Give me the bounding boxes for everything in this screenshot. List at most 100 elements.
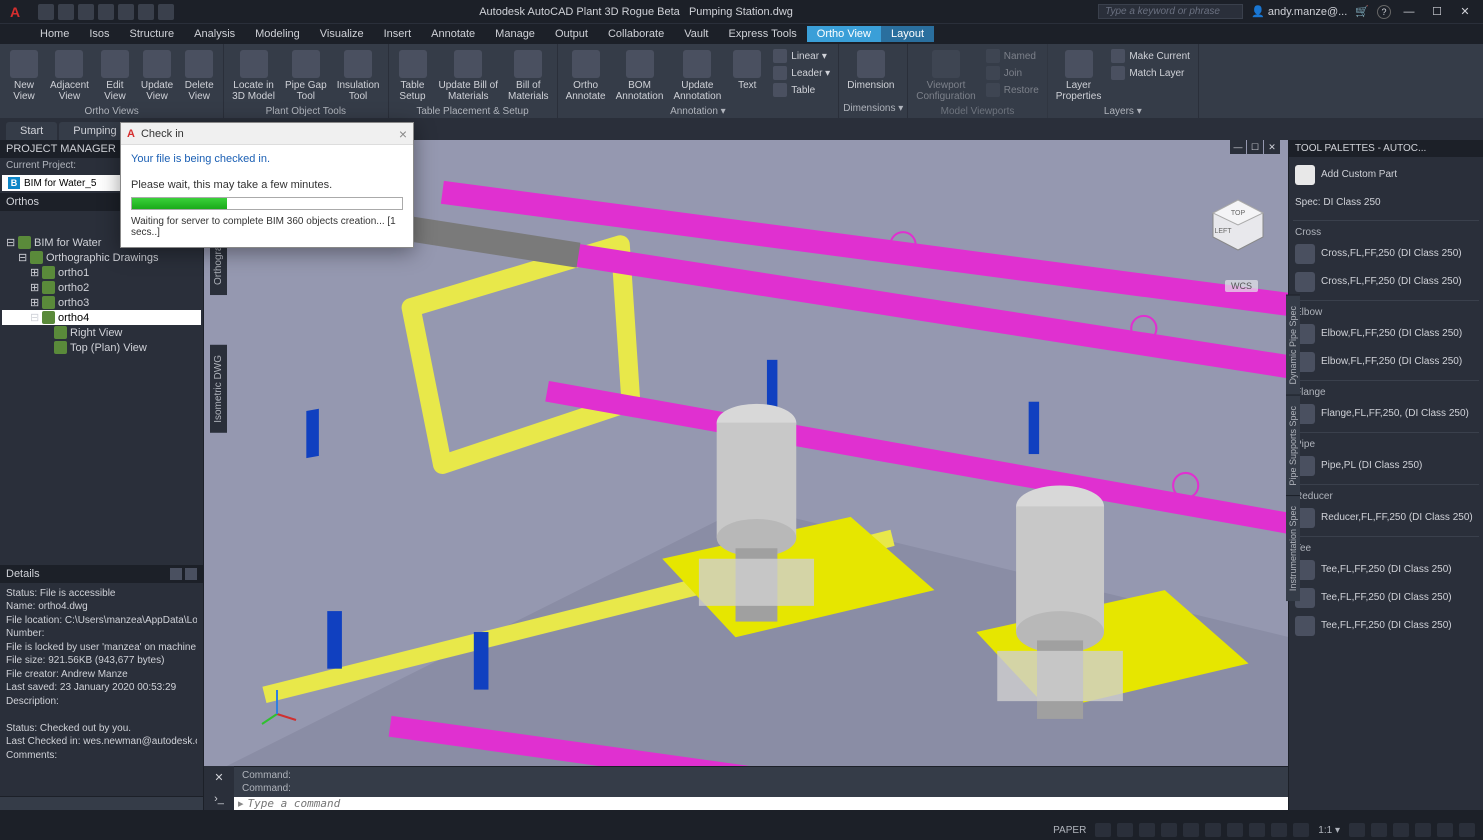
qat-open-icon[interactable] [58,4,74,20]
tp-sidetab-pipe-supports-spec[interactable]: Pipe Supports Spec [1286,395,1300,496]
tp-item-pipe[interactable]: Pipe,PL (DI Class 250) [1293,452,1479,480]
help-search-input[interactable]: Type a keyword or phrase [1098,4,1243,19]
qat-redo-icon[interactable] [158,4,174,20]
sb-polar-icon[interactable] [1161,823,1177,837]
tp-item-tee[interactable]: Tee,FL,FF,250 (DI Class 250) [1293,584,1479,612]
sb-lwt-icon[interactable] [1227,823,1243,837]
tp-item-reducer[interactable]: Reducer,FL,FF,250 (DI Class 250) [1293,504,1479,532]
details-view1-icon[interactable] [170,568,182,580]
ribbon-tab-express-tools[interactable]: Express Tools [719,26,807,42]
ribbon-btn-table[interactable]: Table [769,82,834,98]
vp-close-icon[interactable]: ✕ [1264,140,1280,154]
ribbon-btn-bom-annotation[interactable]: BOMAnnotation [612,48,668,104]
sb-paper[interactable]: PAPER [1050,825,1089,836]
sb-annoscale-icon[interactable] [1293,823,1309,837]
tree-item-ortho4[interactable]: ⊟ortho4 [2,310,201,325]
sb-clean-icon[interactable] [1415,823,1431,837]
app-logo-icon[interactable]: A [0,0,30,24]
tree-item-ortho2[interactable]: ⊞ortho2 [2,280,201,295]
ribbon-btn-table-setup[interactable]: TableSetup [393,48,433,104]
ribbon-btn-update-annotation[interactable]: UpdateAnnotation [669,48,725,104]
vp-maximize-icon[interactable]: ☐ [1247,140,1263,154]
ribbon-btn-edit-view[interactable]: EditView [95,48,135,104]
ribbon-tab-isos[interactable]: Isos [79,26,119,42]
tp-item-cross[interactable]: Cross,FL,FF,250 (DI Class 250) [1293,240,1479,268]
ribbon-btn-viewport-configuration[interactable]: ViewportConfiguration [912,48,979,104]
ribbon-btn-layer-properties[interactable]: LayerProperties [1052,48,1106,104]
tp-item-tee[interactable]: Tee,FL,FF,250 (DI Class 250) [1293,556,1479,584]
maximize-icon[interactable]: ☐ [1427,4,1447,20]
vtab-iso-dwg[interactable]: Isometric DWG [210,345,227,433]
tp-item-tee[interactable]: Tee,FL,FF,250 (DI Class 250) [1293,612,1479,640]
pm-scrollbar[interactable] [0,796,203,810]
project-tree[interactable]: ⊟BIM for Water⊟Orthographic Drawings⊞ort… [0,231,203,359]
ribbon-btn-update-view[interactable]: UpdateView [137,48,177,104]
signin-user[interactable]: 👤 andy.manze@... [1251,5,1347,18]
sb-grid-icon[interactable] [1095,823,1111,837]
ribbon-btn-match-layer[interactable]: Match Layer [1107,65,1194,81]
ribbon-tab-manage[interactable]: Manage [485,26,545,42]
tree-view-right-view[interactable]: Right View [2,325,201,340]
tool-palettes-body[interactable]: Add Custom PartSpec: DI Class 250CrossCr… [1289,157,1483,810]
cmd-close-icon[interactable]: ✕ [204,766,234,788]
sb-transparency-icon[interactable] [1249,823,1265,837]
qat-save-icon[interactable] [78,4,94,20]
sb-osnap-icon[interactable] [1183,823,1199,837]
ribbon-btn-delete-view[interactable]: DeleteView [179,48,219,104]
sb-cycling-icon[interactable] [1271,823,1287,837]
cmdline-handle[interactable]: ✕ ›_ [204,766,234,810]
sb-scale[interactable]: 1:1 ▾ [1315,825,1343,836]
ribbon-tab-visualize[interactable]: Visualize [310,26,374,42]
vp-minimize-icon[interactable]: — [1230,140,1246,154]
tp-item-elbow[interactable]: Elbow,FL,FF,250 (DI Class 250) [1293,348,1479,376]
command-input[interactable] [248,797,1284,810]
sb-ortho-icon[interactable] [1139,823,1155,837]
ribbon-tab-collaborate[interactable]: Collaborate [598,26,674,42]
wcs-label[interactable]: WCS [1225,280,1258,292]
ribbon-tab-modeling[interactable]: Modeling [245,26,310,42]
ribbon-btn-insulation-tool[interactable]: InsulationTool [333,48,384,104]
ribbon-tab-output[interactable]: Output [545,26,598,42]
ribbon-btn-dimension[interactable]: Dimension [843,48,898,93]
minimize-icon[interactable]: — [1399,4,1419,20]
sb-custom-icon[interactable] [1437,823,1453,837]
ribbon-tab-analysis[interactable]: Analysis [184,26,245,42]
qat-undo-icon[interactable] [138,4,154,20]
tree-group[interactable]: ⊟Orthographic Drawings [2,250,201,265]
ribbon-btn-text[interactable]: Text [727,48,767,93]
ribbon-tab-ortho-view[interactable]: Ortho View [807,26,881,42]
ribbon-tab-layout[interactable]: Layout [881,26,934,42]
close-icon[interactable]: ✕ [1455,4,1475,20]
ribbon-tab-vault[interactable]: Vault [674,26,718,42]
cmd-prompt-icon[interactable]: ›_ [204,788,234,810]
tp-sidetab-instrumentation-spec[interactable]: Instrumentation Spec [1286,495,1300,601]
doc-tab-start[interactable]: Start [6,122,57,140]
ribbon-tab-home[interactable]: Home [30,26,79,42]
sb-otrack-icon[interactable] [1205,823,1221,837]
sb-snap-icon[interactable] [1117,823,1133,837]
ribbon-btn-pipe-gap-tool[interactable]: Pipe GapTool [281,48,331,104]
ribbon-btn-named[interactable]: Named [982,48,1043,64]
ribbon-btn-ortho-annotate[interactable]: OrthoAnnotate [562,48,610,104]
viewcube-icon[interactable]: TOP LEFT [1208,195,1268,255]
ribbon-tab-structure[interactable]: Structure [120,26,185,42]
ribbon-btn-make-current[interactable]: Make Current [1107,48,1194,64]
sb-iso-icon[interactable] [1393,823,1409,837]
appstore-icon[interactable]: 🛒 [1355,5,1369,18]
ribbon-tab-annotate[interactable]: Annotate [421,26,485,42]
ribbon-tab-insert[interactable]: Insert [374,26,422,42]
tp-sidetab-dynamic-pipe-spec[interactable]: Dynamic Pipe Spec [1286,295,1300,395]
tp-item-cross[interactable]: Cross,FL,FF,250 (DI Class 250) [1293,268,1479,296]
dialog-close-icon[interactable]: × [399,126,407,142]
sb-plus-icon[interactable] [1371,823,1387,837]
tp-item-elbow[interactable]: Elbow,FL,FF,250 (DI Class 250) [1293,320,1479,348]
ribbon-btn-bill-of-materials[interactable]: Bill ofMaterials [504,48,553,104]
ribbon-btn-adjacent-view[interactable]: AdjacentView [46,48,93,104]
details-view2-icon[interactable] [185,568,197,580]
dialog-titlebar[interactable]: A Check in × [121,123,413,145]
ribbon-btn-join[interactable]: Join [982,65,1043,81]
tp-add-custom-part[interactable]: Add Custom Part [1293,161,1479,189]
qat-saveas-icon[interactable] [98,4,114,20]
tree-item-ortho1[interactable]: ⊞ortho1 [2,265,201,280]
sb-gear-icon[interactable] [1349,823,1365,837]
